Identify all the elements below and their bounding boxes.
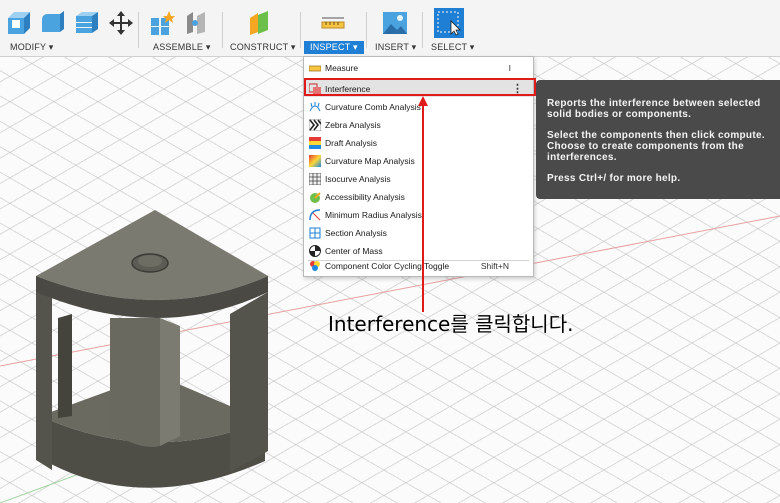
menu-item-label: Minimum Radius Analysis (325, 209, 422, 220)
ruler-icon (309, 62, 321, 74)
annotation-caption: Interference를 클릭합니다. (328, 312, 574, 336)
menu-item-curvature-comb[interactable]: Curvature Comb Analysis (304, 98, 533, 115)
draft-icon (309, 136, 321, 149)
toolbar-divider (422, 12, 423, 48)
curvature-map-icon (309, 154, 321, 167)
menu-item-color-cycling[interactable]: Component Color Cycling Toggle Shift+N (304, 257, 533, 274)
toolbar-divider (138, 12, 139, 48)
menu-item-label: Measure (325, 62, 359, 73)
press-pull-icon[interactable] (4, 8, 34, 38)
select-box-icon[interactable] (434, 8, 464, 38)
tooltip-text: Press Ctrl+/ for more help. (547, 173, 681, 184)
shell-icon[interactable] (72, 8, 102, 38)
menu-item-label: Draft Analysis (325, 137, 377, 148)
menu-item-label: Center of Mass (325, 245, 383, 256)
offset-plane-icon[interactable] (244, 8, 274, 38)
menu-item-shortcut: Shift+N (480, 260, 509, 271)
section-icon (309, 227, 321, 239)
center-of-mass-icon (309, 244, 321, 257)
measure-icon[interactable] (318, 8, 348, 38)
menu-item-curvature-map[interactable]: Curvature Map Analysis (304, 152, 533, 169)
inspect-menu-label[interactable]: INSPECT ▾ (304, 41, 364, 54)
zebra-icon (309, 118, 321, 131)
menu-item-section[interactable]: Section Analysis (304, 224, 533, 241)
fillet-icon[interactable] (38, 8, 68, 38)
construct-menu-label[interactable]: CONSTRUCT ▾ (230, 42, 296, 53)
menu-item-accessibility[interactable]: Accessibility Analysis (304, 188, 533, 205)
menu-item-shortcut: I (508, 62, 511, 73)
insert-menu-label[interactable]: INSERT ▾ (375, 42, 416, 53)
menu-item-measure[interactable]: Measure I (304, 59, 533, 76)
joint-icon[interactable] (181, 8, 211, 38)
menu-item-label: Accessibility Analysis (325, 191, 405, 202)
insert-group[interactable]: INSERT ▾ (372, 0, 422, 56)
construct-group[interactable]: CONSTRUCT ▾ (228, 0, 298, 56)
menu-item-label: Isocurve Analysis (325, 173, 391, 184)
highlight-box (304, 78, 536, 96)
menu-item-draft[interactable]: Draft Analysis (304, 134, 533, 151)
isocurve-icon (309, 172, 321, 185)
tooltip-text: Reports the interference between selecte… (547, 98, 761, 109)
menu-item-label: Zebra Analysis (325, 119, 381, 130)
select-group[interactable]: SELECT ▾ (428, 0, 478, 56)
menu-item-label: Curvature Map Analysis (325, 155, 415, 166)
menu-item-label: Component Color Cycling Toggle (325, 260, 450, 271)
tooltip-text: Select the components then click compute… (547, 130, 765, 141)
modify-menu-label[interactable]: MODIFY ▾ (10, 42, 53, 53)
minimum-radius-icon (309, 208, 321, 221)
tooltip-text: interferences. (547, 152, 617, 163)
inspect-group[interactable]: INSPECT ▾ (304, 0, 364, 56)
tooltip-text: Choose to create components from the (547, 141, 744, 152)
tooltip-panel: Reports the interference between selecte… (536, 80, 780, 199)
tooltip-text: solid bodies or components. (547, 109, 692, 120)
move-icon[interactable] (106, 8, 136, 38)
menu-item-minimum-radius[interactable]: Minimum Radius Analysis (304, 206, 533, 223)
toolbar-divider (222, 12, 223, 48)
accessibility-icon (309, 191, 321, 203)
curvature-comb-icon (309, 101, 321, 113)
menu-item-isocurve[interactable]: Isocurve Analysis (304, 170, 533, 187)
new-component-icon[interactable] (147, 8, 177, 38)
menu-item-label: Curvature Comb Analysis (325, 101, 421, 112)
assemble-menu-label[interactable]: ASSEMBLE ▾ (153, 42, 211, 53)
assemble-group[interactable]: ASSEMBLE ▾ (145, 0, 215, 56)
modify-group[interactable]: MODIFY ▾ (0, 0, 133, 56)
insert-image-icon[interactable] (380, 8, 410, 38)
toolbar: MODIFY ▾ ASSEMBLE ▾ CONSTRUCT ▾ INSPECT … (0, 0, 780, 57)
toolbar-divider (366, 12, 367, 48)
menu-item-zebra[interactable]: Zebra Analysis (304, 116, 533, 133)
menu-item-label: Section Analysis (325, 227, 387, 238)
toolbar-divider (300, 12, 301, 48)
color-cycling-icon (309, 260, 321, 272)
select-menu-label[interactable]: SELECT ▾ (431, 42, 474, 53)
